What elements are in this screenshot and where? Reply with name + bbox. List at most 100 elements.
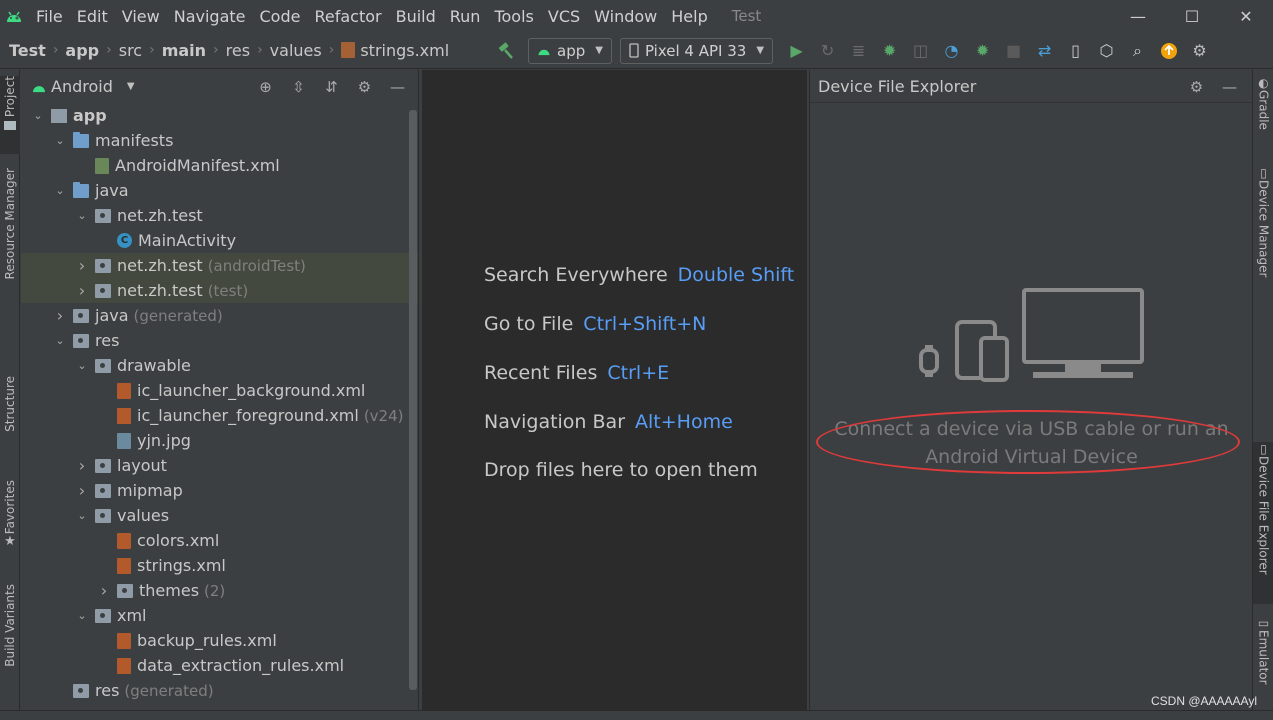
tab-device-file-explorer[interactable]: ▯ Device File Explorer	[1253, 442, 1273, 604]
chevron-down-icon[interactable]: ⌄	[75, 609, 89, 622]
tab-device-manager[interactable]: ▯ Device Manager	[1253, 166, 1273, 296]
project-view-selector[interactable]: Android	[51, 77, 113, 96]
collapse-all-icon[interactable]: ⇵	[315, 78, 348, 96]
tab-gradle[interactable]: ◐ Gradle	[1253, 76, 1273, 146]
menu-navigate[interactable]: Navigate	[174, 7, 246, 26]
chevron-down-icon[interactable]: ⌄	[75, 359, 89, 372]
tree-item[interactable]: › java (generated)	[21, 303, 418, 328]
hide-panel-icon[interactable]: —	[381, 78, 414, 96]
tree-item[interactable]: › mipmap	[21, 478, 418, 503]
expand-all-icon[interactable]: ⇳	[282, 78, 315, 96]
menu-file[interactable]: File	[36, 7, 63, 26]
chevron-right-icon[interactable]: ›	[75, 481, 89, 500]
locate-file-icon[interactable]: ⊕	[249, 78, 282, 96]
chevron-right-icon[interactable]: ›	[53, 306, 67, 325]
menu-refactor[interactable]: Refactor	[314, 7, 381, 26]
make-project-hammer-icon[interactable]	[492, 37, 520, 65]
breadcrumb-item[interactable]: src	[119, 41, 142, 60]
tree-item[interactable]: ⌄ app	[21, 103, 418, 128]
breadcrumb-item[interactable]: main	[162, 41, 206, 60]
tab-build-variants[interactable]: Build Variants	[0, 584, 20, 694]
tab-project[interactable]: Project	[0, 76, 20, 154]
project-scrollbar[interactable]	[409, 110, 417, 690]
settings-gear-icon[interactable]: ⚙	[1184, 37, 1215, 65]
settings-gear-icon[interactable]: ⚙	[348, 78, 381, 96]
menu-view[interactable]: View	[122, 7, 160, 26]
menu-tools[interactable]: Tools	[494, 7, 533, 26]
maximize-button[interactable]: ☐	[1165, 0, 1219, 32]
device-dropdown[interactable]: Pixel 4 API 33 ▼	[619, 37, 774, 64]
breadcrumb-item[interactable]: values	[270, 41, 322, 60]
menu-build[interactable]: Build	[396, 7, 436, 26]
chevron-down-icon[interactable]: ⌄	[75, 209, 89, 222]
tree-item[interactable]: AndroidManifest.xml	[21, 153, 418, 178]
apply-code-changes-icon[interactable]: ≣	[843, 37, 874, 65]
debug-icon[interactable]: ✹	[874, 37, 905, 65]
chevron-down-icon[interactable]: ▼	[127, 81, 135, 92]
run-icon[interactable]: ▶	[781, 37, 812, 65]
menu-code[interactable]: Code	[260, 7, 301, 26]
menu-run[interactable]: Run	[450, 7, 481, 26]
tree-item[interactable]: yjn.jpg	[21, 428, 418, 453]
tree-item[interactable]: ⌄ manifests	[21, 128, 418, 153]
chevron-right-icon[interactable]: ›	[75, 281, 89, 300]
chevron-down-icon[interactable]: ⌄	[75, 509, 89, 522]
xml-file-icon	[117, 407, 131, 424]
tab-favorites[interactable]: Favorites ★	[0, 480, 20, 560]
sdk-manager-icon[interactable]: ⬡	[1091, 37, 1122, 65]
search-icon[interactable]: ⌕	[1122, 37, 1153, 65]
debug-attach-icon[interactable]: ✹	[967, 37, 998, 65]
minimize-button[interactable]: —	[1111, 0, 1165, 32]
tree-item[interactable]: ⌄ java	[21, 178, 418, 203]
tree-item-label: xml	[117, 606, 147, 625]
tree-item[interactable]: › net.zh.test (androidTest)	[21, 253, 418, 278]
tree-item[interactable]: › themes (2)	[21, 578, 418, 603]
menu-edit[interactable]: Edit	[77, 7, 108, 26]
tree-item[interactable]: res (generated)	[21, 678, 418, 703]
chevron-right-icon[interactable]: ›	[75, 456, 89, 475]
tree-item[interactable]: ic_launcher_background.xml	[21, 378, 418, 403]
tree-item[interactable]: C MainActivity	[21, 228, 418, 253]
tree-item[interactable]: › layout	[21, 453, 418, 478]
tree-item-label: data_extraction_rules.xml	[137, 656, 345, 675]
chevron-right-icon[interactable]: ›	[75, 256, 89, 275]
breadcrumb-item[interactable]: Test	[9, 41, 46, 60]
tab-structure[interactable]: Structure	[0, 376, 20, 460]
tree-item[interactable]: ic_launcher_foreground.xml (v24)	[21, 403, 418, 428]
tab-emulator[interactable]: ▭ Emulator	[1253, 616, 1273, 700]
sync-gradle-icon[interactable]: ⇄	[1029, 37, 1060, 65]
chevron-down-icon[interactable]: ⌄	[53, 334, 67, 347]
tree-item[interactable]: strings.xml	[21, 553, 418, 578]
tab-resource-manager[interactable]: Resource Manager	[0, 168, 20, 310]
device-manager-icon[interactable]: ▯	[1060, 37, 1091, 65]
menu-window[interactable]: Window	[594, 7, 657, 26]
settings-gear-icon[interactable]: ⚙	[1180, 78, 1213, 96]
tree-item[interactable]: backup_rules.xml	[21, 628, 418, 653]
attach-debugger-icon[interactable]: ◫	[905, 37, 936, 65]
breadcrumb-item[interactable]: strings.xml	[360, 41, 449, 60]
close-button[interactable]: ✕	[1219, 0, 1273, 32]
chevron-down-icon[interactable]: ⌄	[31, 109, 45, 122]
chevron-right-icon[interactable]: ›	[97, 581, 111, 600]
tree-item[interactable]: ⌄ net.zh.test	[21, 203, 418, 228]
menu-help[interactable]: Help	[671, 7, 707, 26]
tree-item[interactable]: ⌄ res	[21, 328, 418, 353]
apply-changes-icon[interactable]: ↻	[812, 37, 843, 65]
tree-item[interactable]: › net.zh.test (test)	[21, 278, 418, 303]
tree-item[interactable]: ⌄ xml	[21, 603, 418, 628]
update-icon[interactable]	[1153, 37, 1184, 65]
tree-item[interactable]: data_extraction_rules.xml	[21, 653, 418, 678]
dfe-tools: ⚙ —	[1180, 70, 1246, 103]
breadcrumb-item[interactable]: res	[226, 41, 250, 60]
menu-vcs[interactable]: VCS	[548, 7, 580, 26]
chevron-down-icon[interactable]: ⌄	[53, 184, 67, 197]
tree-item[interactable]: ⌄ drawable	[21, 353, 418, 378]
breadcrumb-item[interactable]: app	[65, 41, 99, 60]
hide-panel-icon[interactable]: —	[1213, 78, 1246, 96]
chevron-down-icon[interactable]: ⌄	[53, 134, 67, 147]
tree-item[interactable]: colors.xml	[21, 528, 418, 553]
stop-icon[interactable]: ■	[998, 37, 1029, 65]
tree-item[interactable]: ⌄ values	[21, 503, 418, 528]
profile-icon[interactable]: ◔	[936, 37, 967, 65]
run-configuration-dropdown[interactable]: app ▼	[528, 37, 612, 64]
